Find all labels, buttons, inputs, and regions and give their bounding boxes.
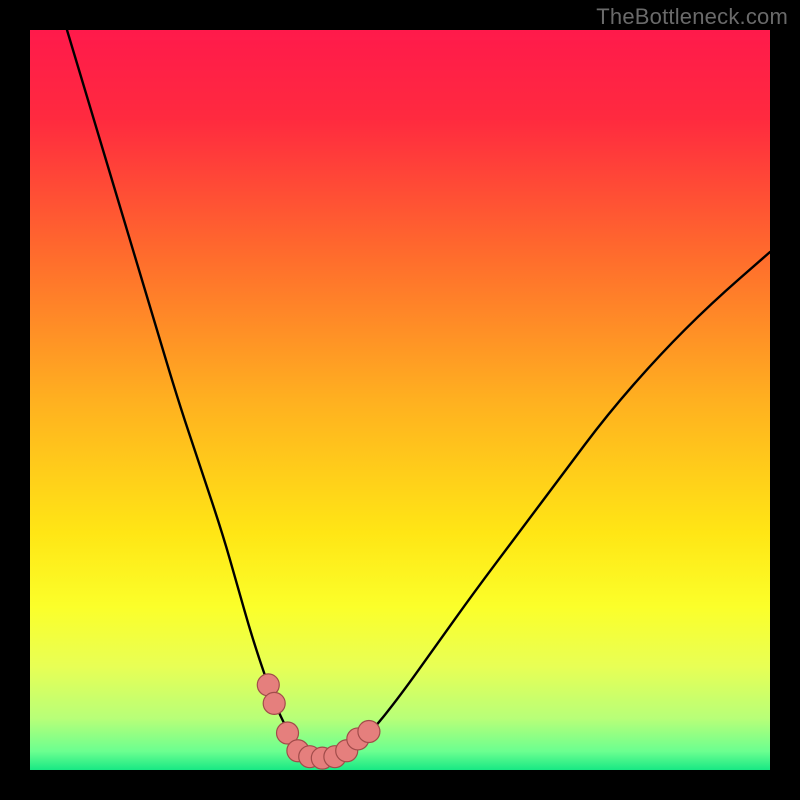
chart-svg <box>30 30 770 770</box>
chart-frame: TheBottleneck.com <box>0 0 800 800</box>
watermark-text: TheBottleneck.com <box>596 4 788 30</box>
marker-point <box>263 692 285 714</box>
gradient-background <box>30 30 770 770</box>
marker-point <box>358 721 380 743</box>
plot-area <box>30 30 770 770</box>
